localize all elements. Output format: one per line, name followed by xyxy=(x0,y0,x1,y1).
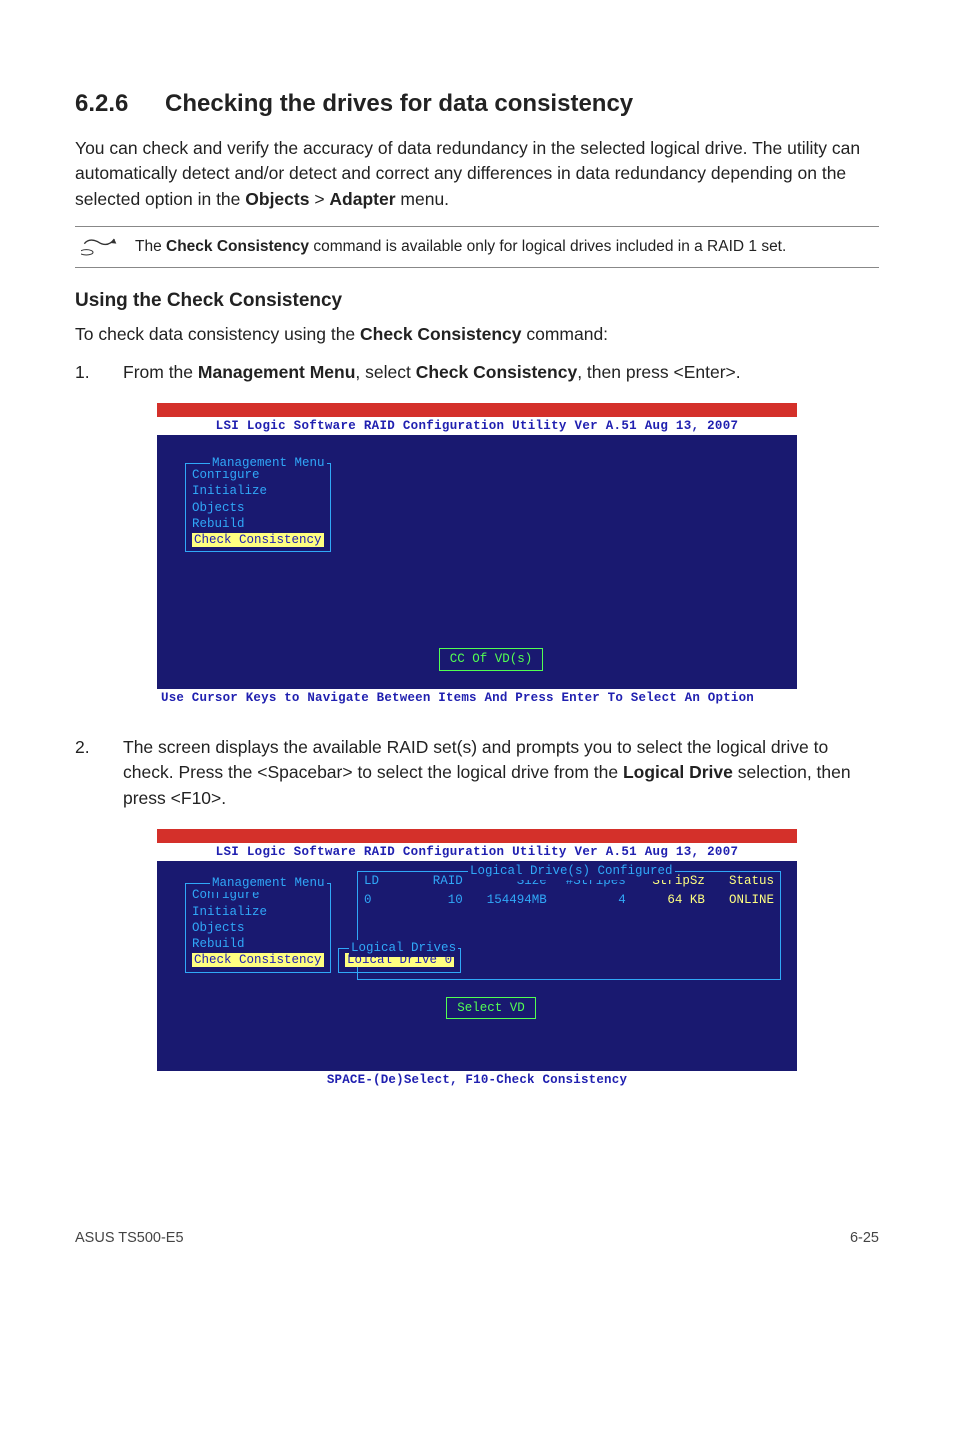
note-block: The Check Consistency command is availab… xyxy=(75,226,879,268)
bios-top-bar xyxy=(157,403,797,417)
menu-item-rebuild: Rebuild xyxy=(192,516,324,532)
section-title: Checking the drives for data consistency xyxy=(165,90,633,118)
s2-bold-a: Logical Drive xyxy=(623,762,733,782)
row-size: 154494MB xyxy=(463,892,547,908)
row-stripsz: 64 KB xyxy=(626,892,705,908)
management-menu-title-2: Management Menu xyxy=(210,875,327,891)
footer-left: ASUS TS500-E5 xyxy=(75,1230,184,1246)
drives-panel-title: Logical Drive(s) Configured xyxy=(468,863,675,879)
row-status: ONLINE xyxy=(705,892,774,908)
bios-title-2: LSI Logic Software RAID Configuration Ut… xyxy=(157,843,797,861)
bios-status-1: Use Cursor Keys to Navigate Between Item… xyxy=(157,689,797,707)
s1-bold-b: Check Consistency xyxy=(416,362,577,382)
note-text-b: command is available only for logical dr… xyxy=(309,238,786,255)
step-1-text: From the Management Menu, select Check C… xyxy=(123,360,879,385)
cc-of-vd-box: CC Of VD(s) xyxy=(439,648,544,670)
hdr-ld: LD xyxy=(364,873,404,889)
step-1-num: 1. xyxy=(75,360,123,385)
note-icon xyxy=(75,233,135,261)
sub-bold-a: Check Consistency xyxy=(360,324,521,344)
sub-heading: Using the Check Consistency xyxy=(75,290,879,312)
bios-top-bar-2 xyxy=(157,829,797,843)
sub-text-b: command: xyxy=(521,324,608,344)
management-menu-title: Management Menu xyxy=(210,455,327,471)
bios-status-2: SPACE-(De)Select, F10-Check Consistency xyxy=(157,1071,797,1089)
footer-right: 6-25 xyxy=(850,1230,879,1246)
row-stripes: 4 xyxy=(547,892,626,908)
menu2-item-objects: Objects xyxy=(192,920,324,936)
intro-bold-b: Adapter xyxy=(329,189,395,209)
sub-text: To check data consistency using the Chec… xyxy=(75,322,879,347)
bios-title: LSI Logic Software RAID Configuration Ut… xyxy=(157,417,797,435)
menu-item-initialize: Initialize xyxy=(192,483,324,499)
menu2-item-initialize: Initialize xyxy=(192,904,324,920)
management-menu-2: Management Menu Configure Initialize Obj… xyxy=(185,883,331,972)
step-2-num: 2. xyxy=(75,735,123,811)
row-ld: 0 xyxy=(364,892,404,908)
bios-body-1: Management Menu Configure Initialize Obj… xyxy=(157,435,797,689)
centered-container-1: CC Of VD(s) xyxy=(185,552,797,676)
intro-text-a: You can check and verify the accuracy of… xyxy=(75,138,860,209)
s1-text-b: , select xyxy=(355,362,415,382)
centered-container-2: Select VD xyxy=(185,973,797,1025)
section-heading: 6.2.6 Checking the drives for data consi… xyxy=(75,90,879,118)
bios-screenshot-1: LSI Logic Software RAID Configuration Ut… xyxy=(157,403,797,707)
intro-text-b: > xyxy=(309,189,329,209)
note-text: The Check Consistency command is availab… xyxy=(135,236,879,258)
menu-item-check: Check Consistency xyxy=(192,532,324,548)
menu-item-check-hl: Check Consistency xyxy=(192,533,324,547)
menu2-item-check-hl: Check Consistency xyxy=(192,953,324,967)
intro-bold-a: Objects xyxy=(245,189,309,209)
logical-drives-menu: Logical Drives Loical Drive 0 xyxy=(338,948,461,972)
bios-body-2: Logical Drive(s) Configured LD RAID Size… xyxy=(157,861,797,1071)
intro-paragraph: You can check and verify the accuracy of… xyxy=(75,136,879,212)
note-bold-a: Check Consistency xyxy=(166,238,309,255)
drives-data-row: 0 10 154494MB 4 64 KB ONLINE xyxy=(358,891,780,909)
menu-item-objects: Objects xyxy=(192,500,324,516)
hdr-status: Status xyxy=(705,873,774,889)
menu2-item-check: Check Consistency xyxy=(192,952,324,968)
s1-text-c: , then press <Enter>. xyxy=(577,362,740,382)
management-menu: Management Menu Configure Initialize Obj… xyxy=(185,463,331,552)
s1-bold-a: Management Menu xyxy=(198,362,356,382)
page-footer: ASUS TS500-E5 6-25 xyxy=(75,1230,879,1246)
hdr-raid: RAID xyxy=(404,873,463,889)
step-2-text: The screen displays the available RAID s… xyxy=(123,735,879,811)
intro-text-c: menu. xyxy=(396,189,450,209)
menu2-item-rebuild: Rebuild xyxy=(192,936,324,952)
step-1: 1. From the Management Menu, select Chec… xyxy=(75,360,879,385)
sub-text-a: To check data consistency using the xyxy=(75,324,360,344)
select-vd-box: Select VD xyxy=(446,997,536,1019)
logical-drives-menu-title: Logical Drives xyxy=(349,940,458,956)
note-text-a: The xyxy=(135,238,166,255)
step-2: 2. The screen displays the available RAI… xyxy=(75,735,879,811)
row-raid: 10 xyxy=(404,892,463,908)
bios-screenshot-2: LSI Logic Software RAID Configuration Ut… xyxy=(157,829,797,1090)
s1-text-a: From the xyxy=(123,362,198,382)
section-number: 6.2.6 xyxy=(75,90,165,118)
